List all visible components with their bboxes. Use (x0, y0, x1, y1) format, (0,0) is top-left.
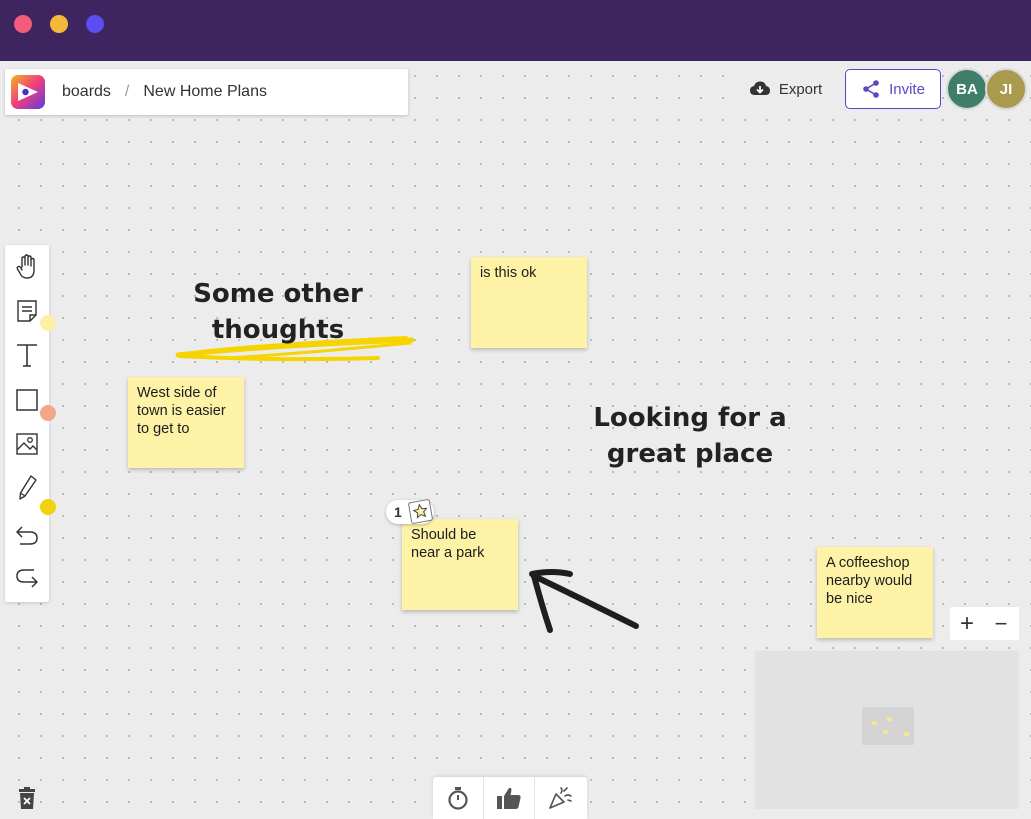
shape-color-badge (40, 405, 56, 421)
sticky-note-icon (17, 300, 37, 322)
pen-color-badge (40, 499, 56, 515)
party-popper-icon (548, 787, 572, 809)
sticky-note[interactable]: is this ok (471, 257, 587, 348)
minimap[interactable] (755, 651, 1019, 809)
sticky-note-tool-button[interactable] (9, 293, 56, 331)
share-icon (863, 80, 879, 98)
sticky-note-text: Should be near a park (411, 527, 485, 561)
text-icon (17, 344, 37, 367)
heading-2-line-1: Looking for a (593, 403, 787, 433)
text-tool-button[interactable] (9, 337, 45, 373)
sticky-note[interactable]: A coffeeshop nearby would be nice (817, 547, 933, 638)
trash-icon[interactable] (15, 786, 39, 810)
vote-chip[interactable]: 1 (386, 499, 434, 524)
export-button[interactable]: Export (735, 69, 836, 109)
undo-icon (16, 526, 38, 545)
hand-tool-button[interactable] (9, 249, 45, 285)
sticky-note-text: West side of town is easier to get to (137, 385, 226, 437)
window-titlebar (0, 0, 1031, 61)
sticky-note[interactable]: West side of town is easier to get to (128, 377, 244, 468)
avatar-ba[interactable]: BA (946, 68, 988, 110)
vote-count: 1 (394, 504, 402, 520)
redo-button[interactable] (9, 561, 45, 597)
minimap-sticky-marker (904, 732, 909, 736)
zoom-controls: + − (950, 607, 1019, 640)
celebrate-button[interactable] (535, 777, 586, 819)
heading-1-line-1: Some other (193, 279, 363, 309)
avatar-ji[interactable]: JI (985, 68, 1027, 110)
left-toolbar (5, 245, 56, 602)
minimize-window-button[interactable] (50, 15, 68, 33)
app-logo-icon[interactable] (10, 74, 46, 110)
minimap-sticky-marker (887, 717, 892, 721)
heading-1-line-2: thoughts (211, 315, 345, 345)
thumbs-up-icon (497, 787, 521, 809)
close-window-button[interactable] (14, 15, 32, 33)
sticky-note-text: A coffeeshop nearby would be nice (826, 555, 913, 607)
zoom-out-button[interactable]: − (984, 607, 1018, 640)
image-tool-button[interactable] (9, 426, 45, 462)
star-icon (408, 499, 433, 524)
export-label: Export (778, 80, 823, 98)
timer-button[interactable] (433, 777, 484, 819)
freehand-arrow[interactable] (518, 562, 648, 640)
redo-icon (16, 569, 38, 588)
thumbs-up-button[interactable] (484, 777, 535, 819)
cloud-download-icon (749, 81, 770, 95)
undo-button[interactable] (9, 517, 45, 553)
zoom-in-button[interactable]: + (950, 607, 984, 640)
breadcrumb-root-link[interactable]: boards (62, 83, 111, 101)
board-heading-some-other-thoughts[interactable]: Some other thoughts (178, 276, 378, 348)
invite-label: Invite (889, 80, 925, 98)
sticky-note[interactable]: Should be near a park (402, 519, 518, 610)
zoom-out-label: − (994, 610, 1008, 636)
minimap-sticky-marker (883, 730, 888, 734)
zoom-in-label: + (959, 609, 974, 637)
sticky-note-text: is this ok (480, 265, 537, 281)
rectangle-icon (16, 389, 38, 411)
minimap-sticky-marker (872, 721, 877, 725)
maximize-window-button[interactable] (86, 15, 104, 33)
pen-tool-button[interactable] (9, 470, 56, 515)
pen-icon (19, 475, 37, 500)
invite-button[interactable]: Invite (845, 69, 941, 109)
board-heading-looking-for-a-great-place[interactable]: Looking for a great place (590, 400, 790, 472)
sticky-color-badge (40, 315, 56, 331)
breadcrumb-separator: / (124, 83, 130, 100)
shape-tool-button[interactable] (9, 382, 56, 421)
hand-icon (16, 254, 35, 279)
breadcrumb-current-board[interactable]: New Home Plans (143, 83, 267, 101)
bottom-toolbar (433, 777, 587, 819)
timer-icon (448, 787, 468, 810)
breadcrumb: boards / New Home Plans (5, 69, 408, 115)
image-icon (16, 433, 38, 455)
heading-2-line-2: great place (606, 439, 774, 469)
minimap-viewport[interactable] (862, 707, 914, 745)
